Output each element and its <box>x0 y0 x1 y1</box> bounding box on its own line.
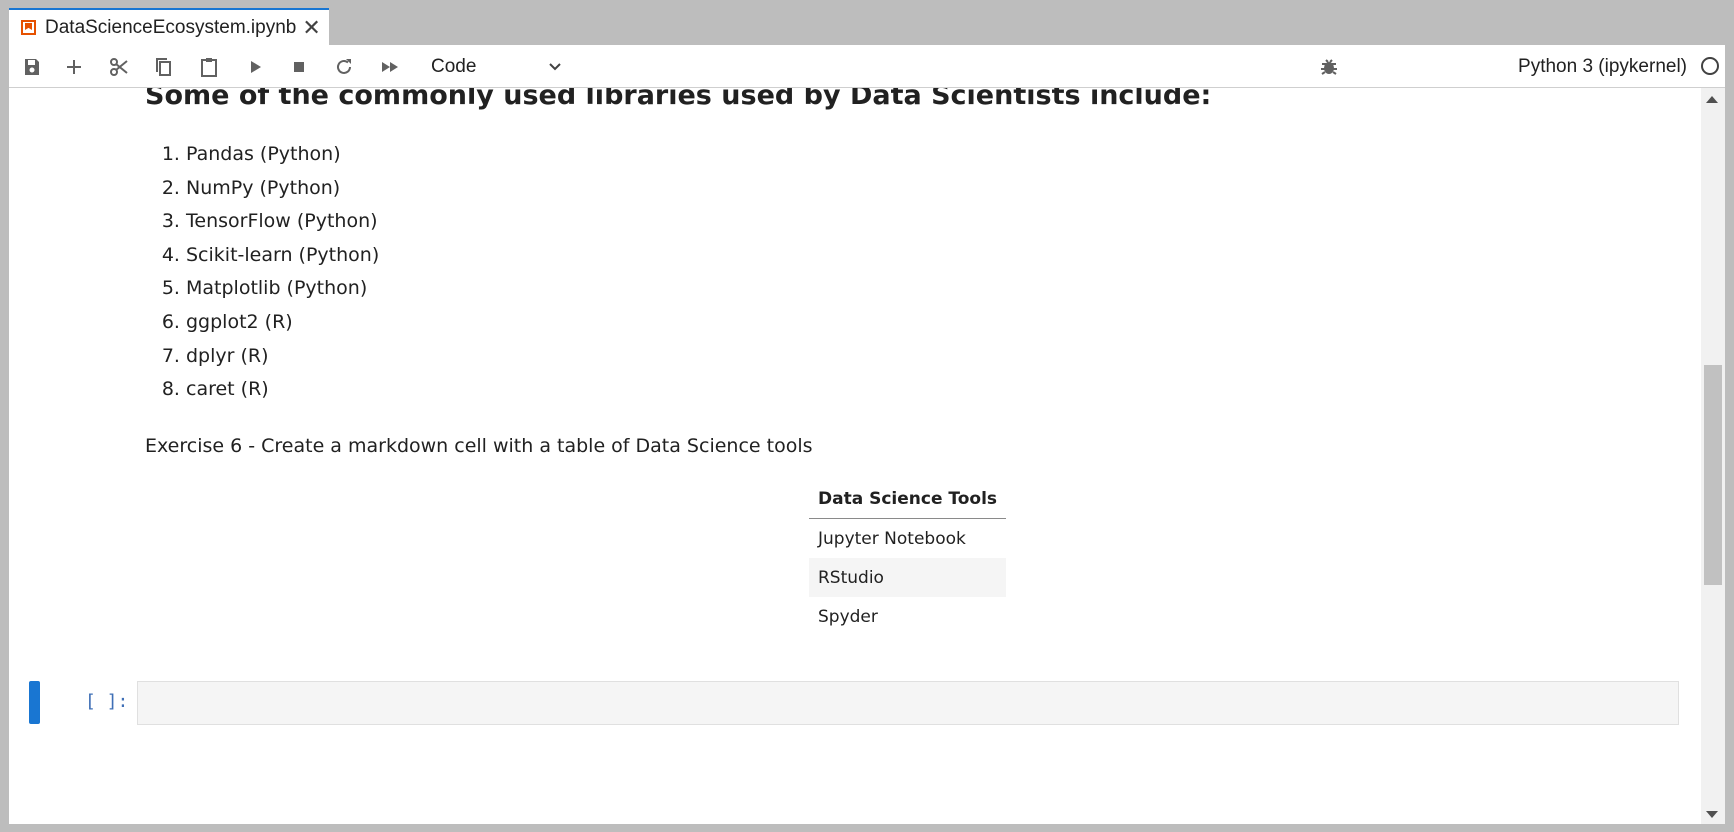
tools-table: Data Science Tools Jupyter Notebook RStu… <box>809 481 1007 636</box>
libraries-heading: Some of the commonly used libraries used… <box>145 88 1212 111</box>
list-item: Scikit-learn (Python) <box>186 239 379 273</box>
list-item: caret (R) <box>186 373 379 407</box>
table-header-row: Data Science Tools <box>809 481 1007 519</box>
scroll-up-arrow-icon[interactable] <box>1706 96 1718 103</box>
active-cell-indicator[interactable] <box>29 681 40 724</box>
vertical-scrollbar[interactable] <box>1701 88 1725 824</box>
run-icon <box>251 61 261 73</box>
add-cell-button[interactable] <box>61 54 87 80</box>
list-item: Matplotlib (Python) <box>186 272 379 306</box>
notebook-content: Some of the commonly used libraries used… <box>9 88 1699 824</box>
cell-type-value: Code <box>431 56 477 77</box>
table-row: Jupyter Notebook <box>809 519 1006 559</box>
table-row: RStudio <box>809 558 1007 597</box>
run-button[interactable] <box>242 54 268 80</box>
debugger-button[interactable] <box>1317 55 1341 79</box>
list-item: Pandas (Python) <box>186 138 379 172</box>
add-cell-icon <box>67 60 81 74</box>
list-item: TensorFlow (Python) <box>186 205 379 239</box>
save-button[interactable] <box>19 54 45 80</box>
table-cell: RStudio <box>809 558 1007 597</box>
copy-button[interactable] <box>151 54 177 80</box>
restart-icon <box>337 59 351 74</box>
tab-title: DataScienceEcosystem.ipynb <box>45 16 297 38</box>
chevron-down-icon <box>549 63 561 71</box>
input-prompt: [ ]: <box>85 691 129 712</box>
table-header: Data Science Tools <box>809 481 1007 519</box>
stop-button[interactable] <box>286 54 312 80</box>
notebook-toolbar: Code Python 3 (ipykernel) <box>9 45 1725 88</box>
code-editor[interactable] <box>137 681 1679 725</box>
notebook-icon <box>21 20 36 35</box>
restart-button[interactable] <box>331 54 357 80</box>
run-all-button[interactable] <box>377 54 403 80</box>
scroll-thumb[interactable] <box>1704 365 1722 585</box>
kernel-status-icon <box>1701 57 1719 75</box>
table-cell: Jupyter Notebook <box>818 529 966 549</box>
close-tab-icon[interactable]: ✕ <box>302 16 320 39</box>
exercise-text: Exercise 6 - Create a markdown cell with… <box>145 435 813 457</box>
kernel-name[interactable]: Python 3 (ipykernel) <box>1518 53 1687 81</box>
list-item: dplyr (R) <box>186 340 379 374</box>
tab-bar: DataScienceEcosystem.ipynb ✕ <box>0 0 1734 45</box>
paste-button[interactable] <box>196 54 222 80</box>
code-cell[interactable]: [ ]: <box>27 681 1687 725</box>
notebook-panel: Some of the commonly used libraries used… <box>9 88 1725 824</box>
notebook-tab[interactable]: DataScienceEcosystem.ipynb ✕ <box>9 8 329 45</box>
cut-icon <box>110 58 128 76</box>
list-item: ggplot2 (R) <box>186 306 379 340</box>
list-item: NumPy (Python) <box>186 172 379 206</box>
cell-type-select[interactable]: Code <box>431 52 563 82</box>
cut-button[interactable] <box>106 54 132 80</box>
table-row: Spyder <box>809 597 1006 636</box>
save-icon <box>25 59 39 75</box>
copy-icon <box>156 58 171 76</box>
run-all-icon <box>382 62 398 72</box>
bug-icon <box>1321 59 1337 75</box>
stop-icon <box>294 62 304 72</box>
table-cell: Spyder <box>818 607 878 627</box>
paste-icon <box>201 58 217 77</box>
libraries-list: Pandas (Python) NumPy (Python) TensorFlo… <box>145 138 379 407</box>
scroll-down-arrow-icon[interactable] <box>1706 811 1718 818</box>
